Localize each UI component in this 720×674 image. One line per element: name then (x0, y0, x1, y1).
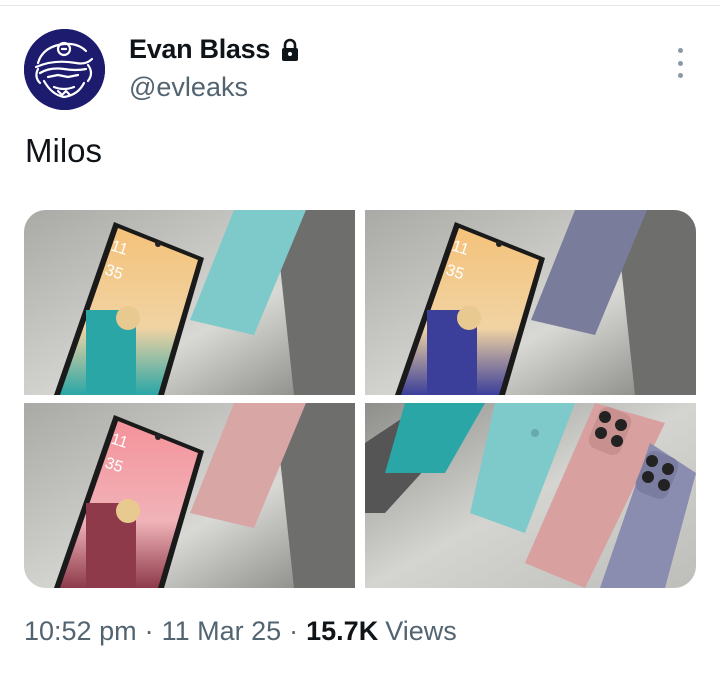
media-image-1[interactable]: 11 35 (24, 210, 355, 395)
more-dot (677, 73, 683, 78)
views-label[interactable]: Views (385, 616, 457, 647)
avatar[interactable] (24, 29, 105, 110)
tweet-text: Milos (25, 132, 103, 169)
media-grid: 11 35 11 35 11 35 (24, 210, 696, 588)
author-handle[interactable]: @evleaks (129, 72, 248, 103)
top-divider (0, 5, 720, 6)
author-name-row[interactable]: Evan Blass (129, 34, 300, 65)
media-image-4[interactable] (365, 403, 696, 588)
more-dot (677, 60, 683, 66)
media-image-3[interactable]: 11 35 (24, 403, 355, 588)
author-display-name[interactable]: Evan Blass (129, 34, 270, 65)
avatar-image (24, 29, 105, 110)
meta-separator: · (289, 616, 299, 646)
views-count[interactable]: 15.7K (306, 616, 378, 647)
tweet-date[interactable]: 11 Mar 25 (162, 616, 282, 647)
tweet-time[interactable]: 10:52 pm (24, 616, 137, 647)
tweet-meta: 10:52 pm · 11 Mar 25 · 15.7K Views (24, 616, 457, 647)
meta-separator: · (144, 616, 154, 646)
lock-icon (282, 38, 299, 61)
more-vertical-icon[interactable] (668, 48, 692, 78)
media-image-2[interactable]: 11 35 (365, 210, 696, 395)
more-dot (677, 48, 683, 53)
